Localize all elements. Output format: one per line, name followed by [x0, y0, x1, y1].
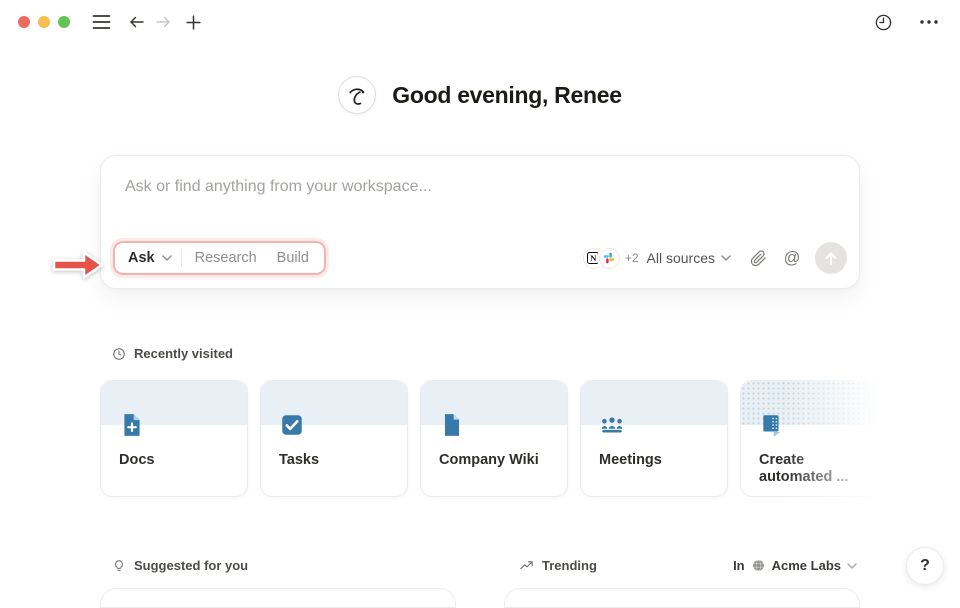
recently-visited-header: Recently visited — [112, 346, 233, 361]
mention-at-icon[interactable]: @ — [779, 245, 805, 271]
card-title: Docs — [119, 452, 237, 469]
card-title: Create automated ... — [759, 452, 877, 486]
suggested-header: Suggested for you — [112, 558, 248, 573]
workspace-globe-icon — [751, 558, 766, 573]
close-window-button[interactable] — [18, 16, 30, 28]
workspace-scope-dropdown[interactable]: In Acme Labs — [733, 558, 857, 573]
history-clock-icon[interactable] — [870, 9, 896, 35]
meetings-people-icon — [599, 412, 625, 438]
card-meetings[interactable]: Meetings — [580, 380, 728, 497]
trending-up-icon — [519, 558, 534, 573]
forward-arrow-icon[interactable] — [150, 9, 176, 35]
attach-paperclip-icon[interactable] — [745, 245, 771, 271]
traffic-lights — [18, 16, 70, 28]
arrow-up-icon — [824, 251, 838, 266]
page-title: Good evening, Renee — [392, 82, 621, 109]
greeting-header: Good evening, Renee — [0, 76, 960, 114]
ai-face-icon — [338, 76, 376, 114]
task-check-icon — [279, 412, 305, 438]
card-company-wiki[interactable]: Company Wiki — [420, 380, 568, 497]
window-topbar — [0, 0, 960, 44]
help-button[interactable]: ? — [906, 547, 944, 585]
extra-sources-count: +2 — [625, 251, 639, 265]
doc-plus-icon — [119, 412, 145, 438]
trending-header: Trending — [519, 558, 597, 573]
mode-tab-build[interactable]: Build — [267, 250, 322, 266]
more-options-ellipsis-icon[interactable] — [916, 9, 942, 35]
help-label: ? — [920, 557, 930, 575]
divider — [181, 249, 182, 267]
chevron-down-icon[interactable] — [721, 255, 731, 261]
back-arrow-icon[interactable] — [124, 9, 150, 35]
sidebar-menu-icon[interactable] — [88, 9, 114, 35]
mode-tab-research[interactable]: Research — [185, 250, 267, 266]
card-tasks[interactable]: Tasks — [260, 380, 408, 497]
lightbulb-icon — [112, 559, 126, 573]
mode-switcher: Ask Research Build — [113, 241, 326, 275]
card-docs[interactable]: Docs — [100, 380, 248, 497]
card-create-automated[interactable]: Create automated ... — [740, 380, 888, 497]
section-title: Recently visited — [134, 346, 233, 361]
chevron-down-icon — [847, 563, 857, 569]
new-tab-plus-icon[interactable] — [180, 9, 206, 35]
card-title: Tasks — [279, 452, 397, 469]
template-icon — [759, 412, 785, 438]
minimize-window-button[interactable] — [38, 16, 50, 28]
clock-icon — [112, 347, 126, 361]
annotation-pointer-arrow-icon — [50, 247, 106, 283]
section-title: Suggested for you — [134, 558, 248, 573]
source-avatars[interactable]: N — [583, 248, 620, 269]
recently-visited-cards: Docs Tasks Company Wiki — [100, 380, 888, 497]
section-title: Trending — [542, 558, 597, 573]
all-sources-dropdown[interactable]: All sources — [647, 250, 715, 266]
wiki-doc-icon — [439, 412, 465, 438]
suggested-card[interactable] — [100, 588, 456, 608]
search-input[interactable] — [125, 174, 835, 200]
scope-name: Acme Labs — [772, 558, 841, 573]
submit-arrow-button[interactable] — [815, 242, 847, 274]
card-title: Company Wiki — [439, 452, 557, 469]
mode-tab-ask[interactable]: Ask — [117, 250, 178, 266]
zoom-window-button[interactable] — [58, 16, 70, 28]
chevron-down-icon[interactable] — [162, 255, 172, 261]
scope-prefix: In — [733, 558, 745, 573]
ask-search-card: Ask Research Build N +2 All — [100, 155, 860, 289]
slack-source-icon — [599, 248, 620, 269]
trending-card[interactable] — [504, 588, 860, 608]
card-title: Meetings — [599, 452, 717, 469]
